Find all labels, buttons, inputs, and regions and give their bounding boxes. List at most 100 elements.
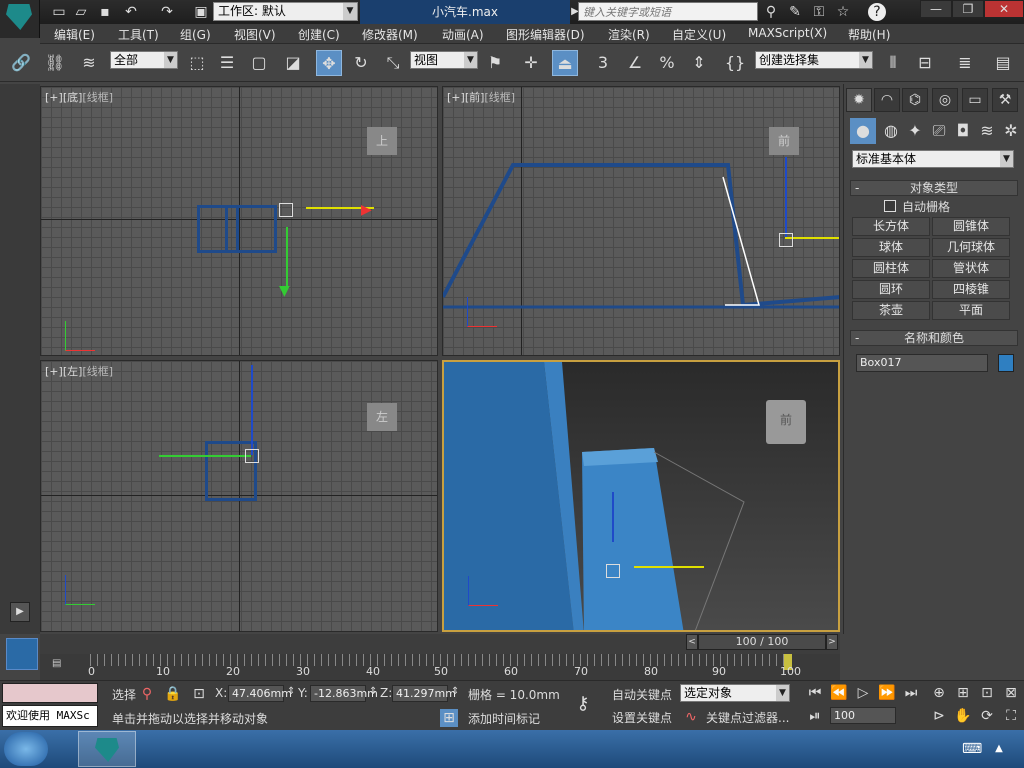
align-icon[interactable]: ⊟ xyxy=(912,50,938,76)
sphere-button[interactable]: 球体 xyxy=(852,238,930,257)
absolute-mode-icon[interactable]: ⊡ xyxy=(190,685,208,703)
auto-key-button[interactable]: 自动关键点 xyxy=(612,686,672,703)
pyramid-button[interactable]: 四棱锥 xyxy=(932,280,1010,299)
subscription-icon[interactable]: ✎ xyxy=(786,3,804,21)
zoom-icon[interactable]: ⊕ xyxy=(930,684,948,702)
menu-tools[interactable]: 工具(T) xyxy=(118,26,159,43)
open-file-icon[interactable]: ▱ xyxy=(72,3,90,21)
spinner-snap-icon[interactable]: ⇕ xyxy=(686,50,712,76)
snaps-toggle-icon[interactable]: 3 xyxy=(590,50,616,76)
cameras-icon[interactable]: ⎚ xyxy=(926,118,952,144)
set-key-button[interactable]: 设置关键点 xyxy=(612,709,672,726)
prev-key-icon[interactable]: ⏪ xyxy=(830,684,848,702)
track-bar[interactable]: ▤ 0 10 20 30 40 50 60 70 80 90 100 xyxy=(40,654,840,680)
current-frame-input[interactable]: 100 xyxy=(830,707,896,724)
menu-animation[interactable]: 动画(A) xyxy=(442,26,484,43)
orbit-icon[interactable]: ⟳ xyxy=(978,707,996,725)
spinner-icon[interactable]: ⇕ xyxy=(451,686,459,697)
viewcube[interactable]: 上 xyxy=(367,127,397,155)
menu-views[interactable]: 视图(V) xyxy=(234,26,276,43)
motion-tab-icon[interactable]: ◎ xyxy=(932,88,958,112)
viewport-bottom[interactable]: [+][底][线框] 上 ▶ ▼ xyxy=(40,86,438,356)
favorites-icon[interactable]: ☆ xyxy=(834,3,852,21)
menu-rendering[interactable]: 渲染(R) xyxy=(608,26,650,43)
display-tab-icon[interactable]: ▭ xyxy=(962,88,988,112)
key-icon[interactable]: ⚷ xyxy=(574,695,592,713)
workspace-dropdown[interactable]: 工作区: 默认 ▼ xyxy=(213,2,358,21)
field-of-view-icon[interactable]: ⊳ xyxy=(930,707,948,725)
maxscript-input[interactable]: 欢迎使用 MAXSc xyxy=(2,705,98,727)
spinner-icon[interactable]: ⇕ xyxy=(369,686,377,697)
window-crossing-icon[interactable]: ◪ xyxy=(280,50,306,76)
z-coordinate-input[interactable]: 41.297mm xyxy=(392,685,456,702)
shapes-icon[interactable]: ◍ xyxy=(878,118,904,144)
tray-arrow-icon[interactable]: ▲ xyxy=(990,740,1008,758)
viewport-left[interactable]: [+][左][线框] 左 xyxy=(40,360,438,632)
search-input[interactable]: 键入关键字或短语 xyxy=(578,2,758,21)
viewport-perspective[interactable]: [+][透视][真实] 前 xyxy=(442,360,840,632)
project-folder-icon[interactable]: ▣ xyxy=(192,3,210,21)
lights-icon[interactable]: ✦ xyxy=(902,118,928,144)
helpers-icon[interactable]: ◘ xyxy=(950,118,976,144)
percent-snap-icon[interactable]: % xyxy=(654,50,680,76)
render-icon[interactable]: ▤ xyxy=(990,50,1016,76)
menu-group[interactable]: 组(G) xyxy=(180,26,211,43)
auto-grid-checkbox[interactable] xyxy=(884,200,896,212)
reference-coordinate-dropdown[interactable]: 视图 ▼ xyxy=(410,51,478,69)
keyboard-icon[interactable]: ⌨ xyxy=(962,740,982,758)
hierarchy-tab-icon[interactable]: ⌬ xyxy=(902,88,928,112)
pivot-center-icon[interactable]: ⚑ xyxy=(482,50,508,76)
menu-edit[interactable]: 编辑(E) xyxy=(54,26,95,43)
viewport-label[interactable]: [+][底][线框] xyxy=(45,89,113,105)
help-icon[interactable]: ? xyxy=(868,3,886,21)
select-by-name-icon[interactable]: ☰ xyxy=(214,50,240,76)
cone-button[interactable]: 圆锥体 xyxy=(932,217,1010,236)
plane-button[interactable]: 平面 xyxy=(932,301,1010,320)
gizmo-plane-handle[interactable] xyxy=(279,203,293,217)
viewport-layout-icon[interactable] xyxy=(6,638,38,670)
spacewarps-icon[interactable]: ≋ xyxy=(974,118,1000,144)
tube-button[interactable]: 管状体 xyxy=(932,259,1010,278)
select-and-move-icon[interactable]: ✥ xyxy=(316,50,342,76)
link-icon[interactable]: 🔗 xyxy=(8,50,34,76)
name-color-rollout[interactable]: - 名称和颜色 xyxy=(850,330,1018,346)
menu-help[interactable]: 帮助(H) xyxy=(848,26,890,43)
undo-icon[interactable]: ↶ xyxy=(122,3,140,21)
play-icon[interactable]: ▷ xyxy=(854,684,872,702)
rectangular-selection-icon[interactable]: ▢ xyxy=(246,50,272,76)
layer-manager-icon[interactable]: ≣ xyxy=(952,50,978,76)
restore-button[interactable]: ❐ xyxy=(952,0,984,18)
geometry-icon[interactable]: ● xyxy=(850,118,876,144)
next-key-icon[interactable]: ⏩ xyxy=(878,684,896,702)
key-mode-icon[interactable]: ⏯ xyxy=(806,707,824,725)
category-dropdown[interactable]: 标准基本体 ▼ xyxy=(852,150,1014,168)
menu-modifiers[interactable]: 修改器(M) xyxy=(362,26,418,43)
add-time-tag-button[interactable]: 添加时间标记 xyxy=(468,710,540,727)
object-type-rollout[interactable]: - 对象类型 xyxy=(850,180,1018,196)
viewport-label[interactable]: [+][左][线框] xyxy=(45,363,113,379)
lock-selection-icon[interactable]: 🔒 xyxy=(164,685,182,703)
curve-editor-icon[interactable]: ▤ xyxy=(52,658,72,670)
taskbar-max-app[interactable] xyxy=(78,731,136,767)
communication-icon[interactable]: ⚿ xyxy=(810,3,828,21)
binoculars-icon[interactable]: ⚲ xyxy=(762,3,780,21)
time-slider[interactable]: 100 / 100 xyxy=(698,634,826,650)
key-filters-button[interactable]: 关键点过滤器... xyxy=(706,709,789,726)
zoom-extents-icon[interactable]: ⊡ xyxy=(978,684,996,702)
menu-customize[interactable]: 自定义(U) xyxy=(672,26,726,43)
mirror-icon[interactable]: ⫴ xyxy=(880,50,906,76)
spinner-icon[interactable]: ⇕ xyxy=(287,686,295,697)
zoom-all-icon[interactable]: ⊞ xyxy=(954,684,972,702)
modify-tab-icon[interactable]: ◠ xyxy=(874,88,900,112)
select-manipulate-icon[interactable]: ✛ xyxy=(518,50,544,76)
start-button[interactable] xyxy=(4,732,48,766)
teapot-button[interactable]: 茶壶 xyxy=(852,301,930,320)
menu-maxscript[interactable]: MAXScript(X) xyxy=(748,26,827,40)
named-selection-dropdown[interactable]: 创建选择集 ▼ xyxy=(755,51,873,69)
gizmo-plane-handle[interactable] xyxy=(245,449,259,463)
maximize-viewport-icon[interactable]: ⛶ xyxy=(1002,707,1020,725)
menu-create[interactable]: 创建(C) xyxy=(298,26,340,43)
keyboard-shortcut-override-icon[interactable]: ⏏ xyxy=(552,50,578,76)
systems-icon[interactable]: ✲ xyxy=(998,118,1024,144)
select-and-rotate-icon[interactable]: ↻ xyxy=(348,50,374,76)
